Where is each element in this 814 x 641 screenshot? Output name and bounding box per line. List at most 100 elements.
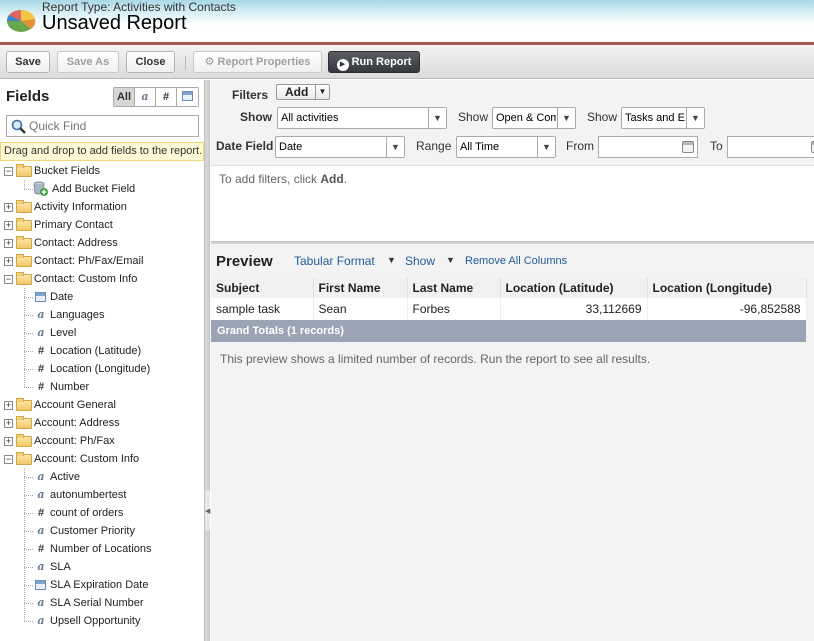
page-title: Unsaved Report bbox=[42, 12, 187, 34]
field-add-bucket-field[interactable]: Add Bucket Field bbox=[0, 180, 204, 198]
date-field-icon bbox=[35, 580, 46, 590]
field-active[interactable]: a Active bbox=[0, 468, 204, 486]
field-sla[interactable]: a SLA bbox=[0, 558, 204, 576]
show-activities-select[interactable]: All activities ▼ bbox=[277, 107, 447, 129]
folder-contact-custom-info[interactable]: − Contact: Custom Info bbox=[0, 270, 204, 288]
column-header[interactable]: Subject bbox=[211, 278, 314, 299]
folder-account-ph-fax[interactable]: + Account: Ph/Fax bbox=[0, 432, 204, 450]
field-count-of-orders[interactable]: # count of orders bbox=[0, 504, 204, 522]
to-date-input[interactable] bbox=[727, 136, 814, 158]
table-cell: Sean bbox=[313, 298, 408, 320]
from-date-input[interactable] bbox=[598, 136, 698, 158]
field-autonumbertest[interactable]: a autonumbertest bbox=[0, 486, 204, 504]
filters-label: Filters bbox=[232, 88, 269, 102]
add-filter-button[interactable]: Add ▼ bbox=[276, 84, 330, 100]
field-label: Languages bbox=[50, 309, 105, 321]
quick-find-input[interactable] bbox=[29, 118, 194, 134]
expand-icon[interactable]: + bbox=[4, 437, 13, 446]
folder-activity-information[interactable]: + Activity Information bbox=[0, 198, 204, 216]
format-dropdown[interactable]: Tabular Format bbox=[294, 254, 375, 268]
column-header[interactable]: Location (Longitude) bbox=[647, 278, 807, 299]
expand-icon[interactable]: + bbox=[4, 419, 13, 428]
remove-all-columns-link[interactable]: Remove All Columns bbox=[465, 255, 567, 267]
from-label: From bbox=[566, 139, 594, 153]
collapse-icon[interactable]: − bbox=[4, 167, 13, 176]
report-builder-main: Filters Add ▼ Show All activities ▼ Show… bbox=[211, 80, 814, 641]
tree-connector bbox=[24, 531, 33, 532]
field-sla-serial-number[interactable]: a SLA Serial Number bbox=[0, 594, 204, 612]
field-sla-expiration-date[interactable]: SLA Expiration Date bbox=[0, 576, 204, 594]
show-status-value: Open & Com bbox=[496, 112, 556, 124]
range-select[interactable]: All Time ▼ bbox=[456, 136, 556, 158]
field-level[interactable]: a Level bbox=[0, 324, 204, 342]
play-icon: ▶ bbox=[336, 59, 349, 71]
expand-icon[interactable]: + bbox=[4, 203, 13, 212]
expand-icon[interactable]: + bbox=[4, 257, 13, 266]
field-number-of-locations[interactable]: # Number of Locations bbox=[0, 540, 204, 558]
filter-text-button[interactable]: a bbox=[135, 88, 156, 106]
field-number[interactable]: # Number bbox=[0, 378, 204, 396]
report-properties-button[interactable]: ⚙ Report Properties bbox=[193, 51, 322, 73]
collapse-icon[interactable]: − bbox=[4, 455, 13, 464]
column-header[interactable]: First Name bbox=[313, 278, 408, 299]
folder-label: Activity Information bbox=[34, 201, 127, 213]
folder-bucket-fields[interactable]: − Bucket Fields bbox=[0, 162, 204, 180]
report-logo-icon bbox=[6, 9, 36, 32]
collapse-icon[interactable]: − bbox=[4, 275, 13, 284]
report-properties-label: Report Properties bbox=[217, 56, 311, 68]
close-button[interactable]: Close bbox=[126, 51, 175, 73]
show-dropdown[interactable]: Show bbox=[405, 254, 435, 268]
collapse-panel-handle[interactable]: ◀ bbox=[205, 490, 210, 530]
filter-date-button[interactable] bbox=[177, 88, 198, 106]
folder-icon bbox=[16, 236, 32, 249]
save-button[interactable]: Save bbox=[6, 51, 50, 73]
tree-connector bbox=[24, 513, 33, 514]
date-field-value: Date bbox=[279, 141, 303, 153]
field-languages[interactable]: a Languages bbox=[0, 306, 204, 324]
fields-panel: Fields All a # Drag and drop to add fiel… bbox=[0, 80, 204, 641]
folder-primary-contact[interactable]: + Primary Contact bbox=[0, 216, 204, 234]
folder-account-address[interactable]: + Account: Address bbox=[0, 414, 204, 432]
number-field-icon: # bbox=[37, 507, 45, 519]
tree-connector bbox=[24, 567, 33, 568]
show-type-select[interactable]: Tasks and E ▼ bbox=[621, 107, 705, 129]
show-status-select[interactable]: Open & Com ▼ bbox=[492, 107, 576, 129]
field-label: autonumbertest bbox=[50, 489, 127, 501]
folder-icon bbox=[16, 164, 32, 177]
save-as-button[interactable]: Save As bbox=[57, 51, 119, 73]
run-report-button[interactable]: ▶ Run Report bbox=[328, 51, 420, 73]
folder-contact-address[interactable]: + Contact: Address bbox=[0, 234, 204, 252]
calendar-icon[interactable] bbox=[682, 141, 694, 153]
filters-empty-suffix: . bbox=[343, 172, 348, 186]
field-location-longitude[interactable]: # Location (Longitude) bbox=[0, 360, 204, 378]
panel-splitter[interactable] bbox=[204, 80, 210, 641]
expand-icon[interactable]: + bbox=[4, 239, 13, 248]
column-header[interactable]: Location (Latitude) bbox=[500, 278, 648, 299]
toolbar: Save Save As Close ⚙ Report Properties ▶… bbox=[0, 45, 814, 79]
expand-icon[interactable]: + bbox=[4, 401, 13, 410]
field-date[interactable]: Date bbox=[0, 288, 204, 306]
folder-contact-ph-fax-email[interactable]: + Contact: Ph/Fax/Email bbox=[0, 252, 204, 270]
date-field-icon bbox=[35, 292, 46, 302]
field-label: Active bbox=[50, 471, 80, 483]
field-location-latitude[interactable]: # Location (Latitude) bbox=[0, 342, 204, 360]
to-label: To bbox=[710, 139, 723, 153]
filter-number-button[interactable]: # bbox=[156, 88, 177, 106]
filters-empty-bold: Add bbox=[320, 172, 344, 186]
field-label: SLA bbox=[50, 561, 71, 573]
folder-account-custom-info[interactable]: − Account: Custom Info bbox=[0, 450, 204, 468]
date-field-select[interactable]: Date ▼ bbox=[275, 136, 405, 158]
chevron-down-icon[interactable]: ▼ bbox=[446, 255, 455, 265]
field-customer-priority[interactable]: a Customer Priority bbox=[0, 522, 204, 540]
chevron-down-icon: ▼ bbox=[686, 108, 704, 128]
table-cell: 33,112669 bbox=[500, 298, 648, 320]
expand-icon[interactable]: + bbox=[4, 221, 13, 230]
chevron-down-icon[interactable]: ▼ bbox=[387, 255, 396, 265]
tree-connector bbox=[24, 315, 33, 316]
field-upsell-opportunity[interactable]: a Upsell Opportunity bbox=[0, 612, 204, 630]
column-header[interactable]: Last Name bbox=[407, 278, 501, 299]
filter-all-button[interactable]: All bbox=[114, 88, 135, 106]
quick-find-field[interactable] bbox=[6, 115, 199, 137]
text-field-icon: a bbox=[37, 326, 45, 339]
folder-account-general[interactable]: + Account General bbox=[0, 396, 204, 414]
